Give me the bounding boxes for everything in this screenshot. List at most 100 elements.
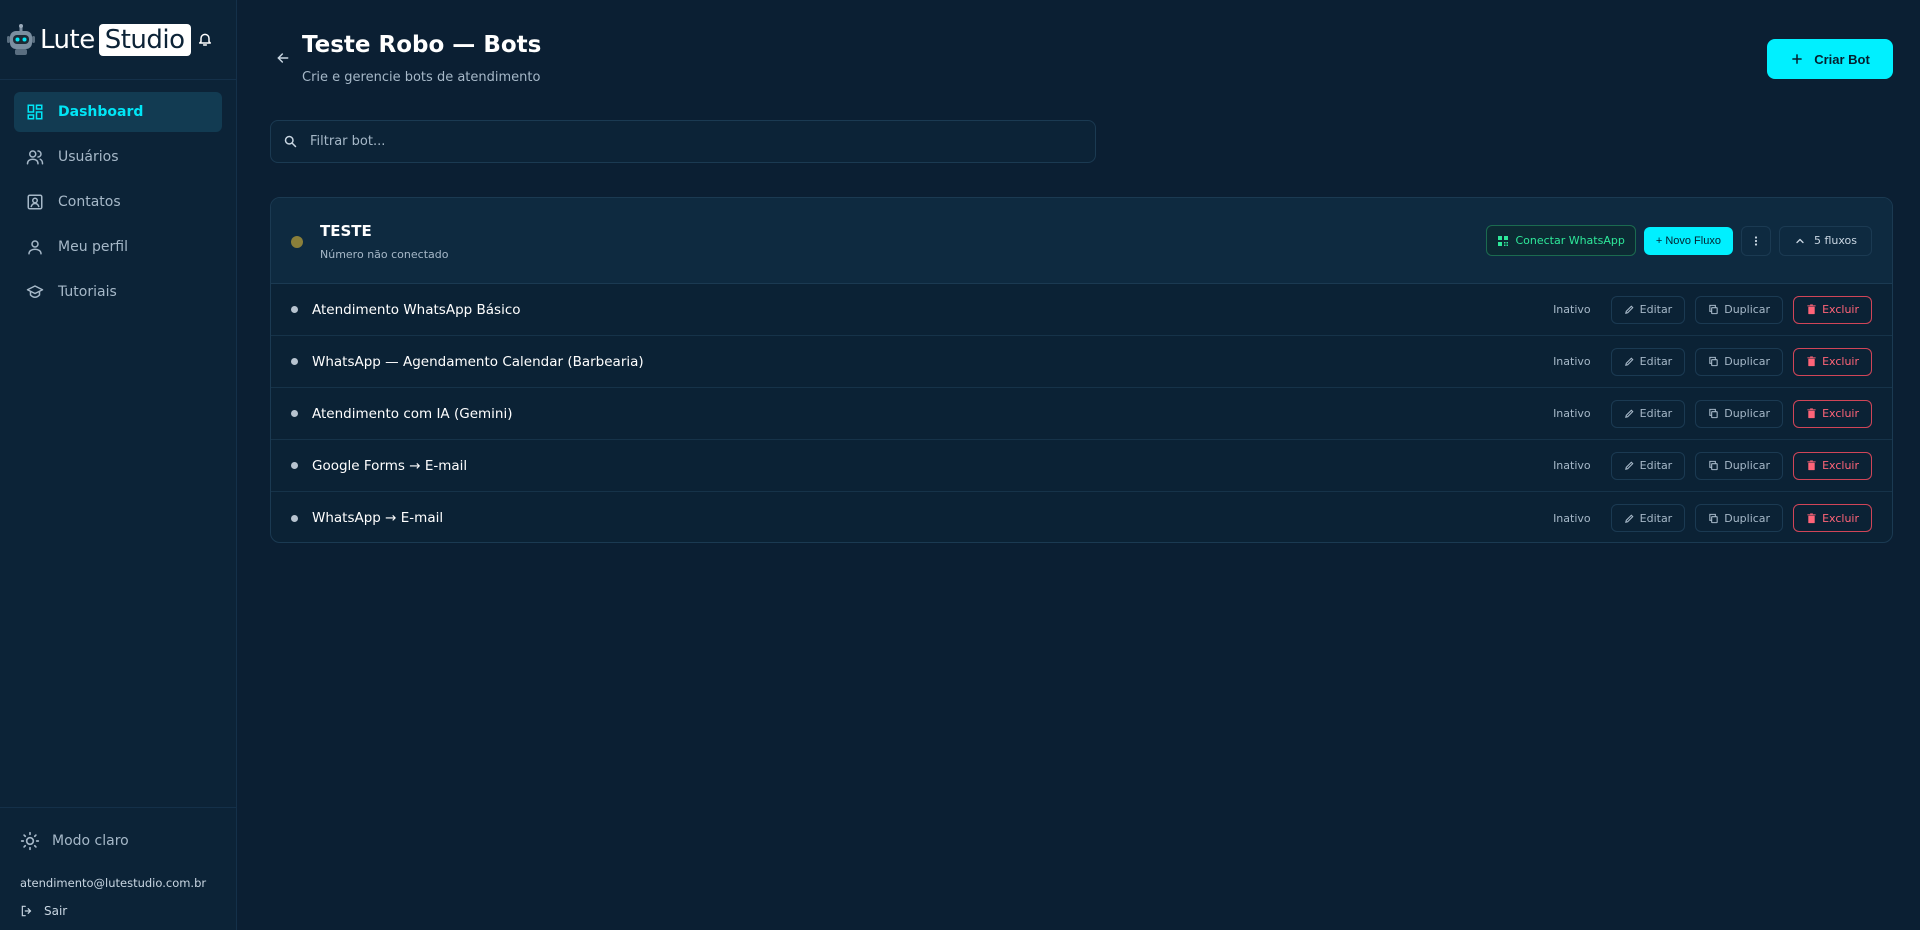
search-input[interactable] (310, 134, 1083, 149)
edit-button[interactable]: Editar (1610, 399, 1686, 428)
flow-actions: Inativo Editar Duplicar Excluir (1553, 451, 1872, 480)
delete-button[interactable]: Excluir (1793, 451, 1872, 480)
search-bar (270, 120, 1096, 163)
flow-status: Inativo (1553, 355, 1591, 368)
sidebar-item-label: Contatos (58, 194, 121, 210)
collapse-flows-button[interactable]: 5 fluxos (1778, 225, 1872, 256)
sidebar-item-tutorials[interactable]: Tutoriais (14, 272, 222, 312)
create-bot-label: Criar Bot (1814, 51, 1870, 67)
delete-button[interactable]: Excluir (1793, 504, 1872, 532)
duplicate-button[interactable]: Duplicar (1695, 451, 1784, 480)
graduation-cap-icon (26, 285, 44, 298)
logout-label: Sair (44, 904, 68, 918)
delete-button[interactable]: Excluir (1793, 295, 1872, 324)
logo[interactable]: Lute Studio (6, 23, 191, 57)
theme-toggle-button[interactable]: Modo claro (20, 826, 216, 856)
duplicate-button[interactable]: Duplicar (1695, 504, 1784, 532)
copy-icon (1709, 304, 1718, 315)
duplicate-label: Duplicar (1724, 511, 1771, 525)
more-options-button[interactable] (1740, 225, 1771, 256)
sidebar-item-dashboard[interactable]: Dashboard (14, 92, 222, 132)
sidebar-nav: Dashboard Usuários Contatos Meu perfil T… (0, 80, 236, 329)
copy-icon (1709, 460, 1718, 471)
duplicate-button[interactable]: Duplicar (1695, 399, 1784, 428)
duplicate-button[interactable]: Duplicar (1695, 295, 1784, 324)
qr-code-icon (1498, 235, 1509, 246)
duplicate-label: Duplicar (1724, 459, 1771, 472)
edit-label: Editar (1639, 407, 1673, 420)
flow-actions: Inativo Editar Duplicar Excluir (1553, 295, 1872, 324)
dashboard-icon (27, 104, 43, 120)
delete-button[interactable]: Excluir (1793, 347, 1872, 376)
page-title: Teste Robo — Bots (302, 32, 542, 58)
users-icon (26, 150, 44, 165)
flow-status: Inativo (1553, 511, 1591, 525)
duplicate-label: Duplicar (1724, 355, 1771, 368)
edit-button[interactable]: Editar (1610, 347, 1686, 376)
sun-icon (20, 831, 40, 851)
contacts-icon (27, 194, 43, 210)
notifications-button[interactable] (188, 22, 222, 56)
arrow-left-icon (277, 53, 289, 63)
logo-text-lute: Lute (40, 24, 95, 55)
bot-card-header[interactable]: TESTE Número não conectado Conectar What… (271, 198, 1892, 284)
logo-text-studio: Studio (98, 23, 191, 56)
bot-card: TESTE Número não conectado Conectar What… (270, 197, 1893, 543)
app: Lute Studio Dashboard Usuários Contatos … (0, 0, 1920, 930)
delete-label: Excluir (1822, 407, 1859, 420)
pencil-icon (1624, 461, 1634, 470)
flow-list: Atendimento WhatsApp Básico Inativo Edit… (271, 284, 1892, 542)
bot-header-actions: Conectar WhatsApp + Novo Fluxo 5 fluxos (1486, 225, 1872, 256)
duplicate-label: Duplicar (1724, 407, 1771, 420)
duplicate-button[interactable]: Duplicar (1695, 347, 1784, 376)
back-button[interactable] (271, 46, 295, 70)
trash-icon (1807, 408, 1816, 419)
sidebar-item-profile[interactable]: Meu perfil (14, 227, 222, 267)
sidebar-item-contacts[interactable]: Contatos (14, 182, 222, 222)
page-subtitle: Crie e gerencie bots de atendimento (302, 70, 541, 85)
edit-label: Editar (1639, 459, 1673, 472)
trash-icon (1807, 512, 1816, 523)
pencil-icon (1624, 409, 1634, 418)
delete-label: Excluir (1822, 303, 1859, 316)
new-flow-button[interactable]: + Novo Fluxo (1643, 226, 1733, 255)
sidebar: Lute Studio Dashboard Usuários Contatos … (0, 0, 237, 930)
flow-status-dot (291, 358, 298, 365)
robot-logo-icon (7, 23, 35, 55)
edit-button[interactable]: Editar (1610, 451, 1686, 480)
sidebar-item-label: Dashboard (58, 104, 144, 120)
flow-row: Atendimento com IA (Gemini) Inativo Edit… (271, 388, 1892, 440)
create-bot-button[interactable]: Criar Bot (1767, 39, 1893, 79)
trash-icon (1807, 356, 1816, 367)
connection-status-dot (291, 236, 303, 248)
edit-button[interactable]: Editar (1610, 504, 1686, 532)
pencil-icon (1624, 305, 1634, 314)
main-content: Teste Robo — Bots Crie e gerencie bots d… (237, 0, 1920, 930)
plus-icon (1792, 54, 1803, 64)
connect-whatsapp-button[interactable]: Conectar WhatsApp (1486, 225, 1636, 256)
sidebar-item-label: Tutoriais (58, 284, 117, 300)
flow-row: WhatsApp → E-mail Inativo Editar Duplica… (271, 492, 1892, 542)
pencil-icon (1624, 514, 1634, 523)
logout-button[interactable]: Sair (20, 904, 216, 918)
delete-button[interactable]: Excluir (1793, 399, 1872, 428)
brand-bar: Lute Studio (0, 0, 236, 80)
search-icon (284, 135, 297, 148)
flow-status: Inativo (1553, 303, 1591, 316)
flow-row: Google Forms → E-mail Inativo Editar Dup… (271, 440, 1892, 492)
sidebar-item-label: Meu perfil (58, 239, 128, 255)
delete-label: Excluir (1822, 355, 1859, 368)
copy-icon (1709, 408, 1718, 419)
flow-status-dot (291, 514, 298, 522)
sidebar-item-label: Usuários (58, 149, 119, 165)
delete-label: Excluir (1822, 459, 1859, 472)
edit-label: Editar (1639, 355, 1673, 368)
sidebar-item-users[interactable]: Usuários (14, 137, 222, 177)
flow-row: Atendimento WhatsApp Básico Inativo Edit… (271, 284, 1892, 336)
edit-button[interactable]: Editar (1610, 295, 1686, 324)
sidebar-footer: Modo claro atendimento@lutestudio.com.br… (0, 807, 236, 930)
duplicate-label: Duplicar (1724, 303, 1771, 316)
flow-name: WhatsApp — Agendamento Calendar (Barbear… (312, 353, 644, 370)
copy-icon (1709, 356, 1718, 367)
trash-icon (1807, 460, 1816, 471)
